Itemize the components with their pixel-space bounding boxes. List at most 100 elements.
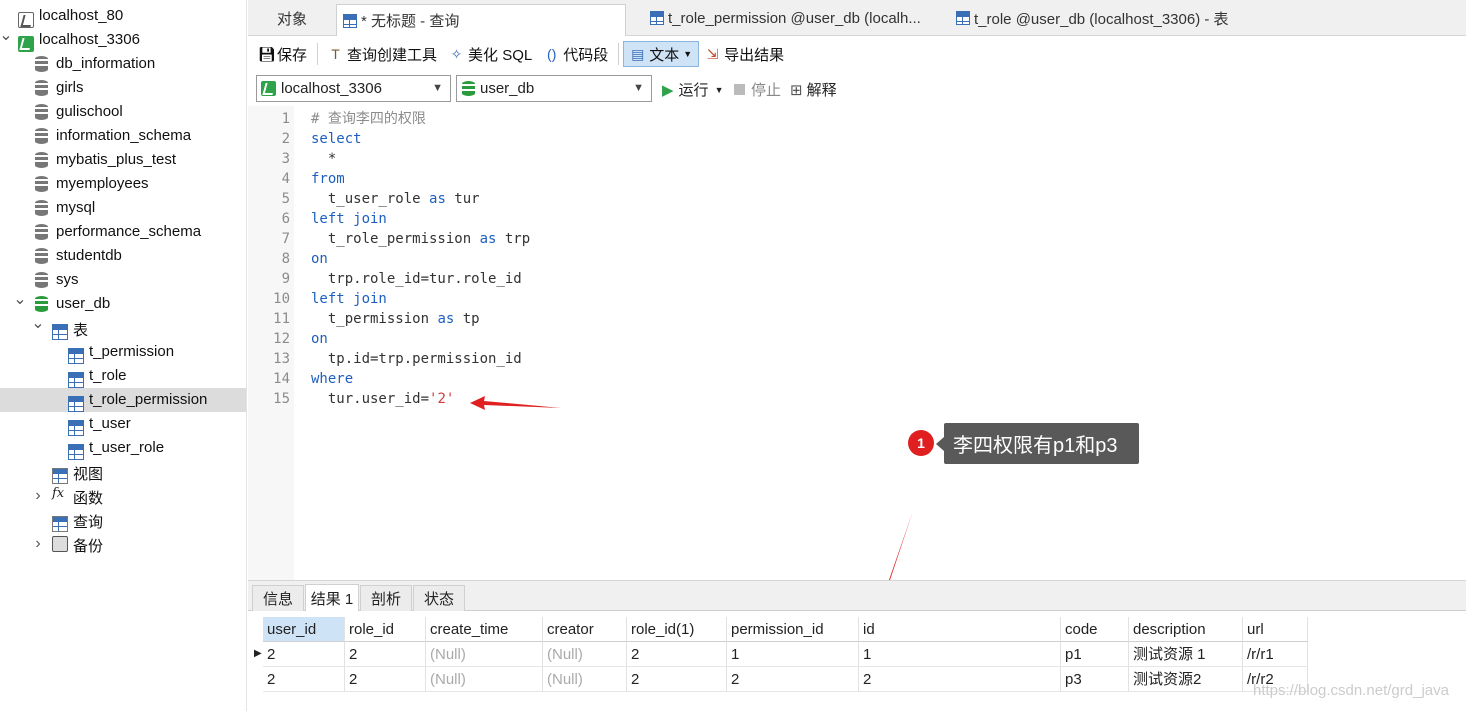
export-results-button[interactable]: ⇲ 导出结果 (699, 41, 790, 67)
sidebar-item-conn[interactable]: ⌄ localhost_3306 (0, 27, 246, 52)
connection-value: localhost_3306 (281, 80, 382, 97)
sidebar-item-db[interactable]: mysql (0, 196, 246, 220)
database-select[interactable]: user_db ▼ (456, 75, 652, 102)
sidebar-item-db[interactable]: information_schema (0, 124, 246, 148)
table-cell[interactable]: /r/r1 (1243, 642, 1308, 667)
explain-button[interactable]: ⊞ 解释 (790, 79, 837, 100)
table-cell[interactable]: 1 (727, 642, 859, 667)
chevron-down-icon[interactable]: ⌄ (31, 315, 44, 332)
sql-keyword: as (437, 311, 455, 327)
sidebar-item-db[interactable]: gulischool (0, 100, 246, 124)
run-button[interactable]: ▶ 运行 ▼ (662, 79, 723, 100)
tab-t-role-permission[interactable]: t_role_permission @user_db (localh... (644, 4, 946, 32)
sidebar-item-folder[interactable]: ⌄ 表 (0, 315, 246, 340)
text-mode-button[interactable]: ▤ 文本 ▼ (623, 41, 700, 67)
column-header[interactable]: creator (543, 617, 627, 642)
sidebar-item-functions[interactable]: › fx 函数 (0, 484, 246, 508)
table-cell[interactable]: 测试资源2 (1129, 667, 1243, 692)
query-icon (52, 516, 68, 532)
table-icon (68, 396, 84, 412)
chevron-right-icon[interactable]: › (32, 487, 44, 504)
sidebar-item-db[interactable]: myemployees (0, 172, 246, 196)
table-cell[interactable]: (Null) (543, 642, 627, 667)
sidebar-item-table[interactable]: t_role_permission (0, 388, 246, 412)
sidebar-item-db[interactable]: performance_schema (0, 220, 246, 244)
column-header[interactable]: user_id (263, 617, 345, 642)
sidebar-item-table[interactable]: t_permission (0, 340, 246, 364)
connection-selector-row: localhost_3306 ▼ user_db ▼ ▶ 运行 ▼ 停止 ⊞ 解释 (248, 72, 1466, 106)
line-number: 7 (281, 231, 290, 247)
sql-editor[interactable]: 1 2 3 4 5 6 7 8 9 10 11 12 13 14 15 # 查询李四的权限 select * f… (248, 106, 1466, 580)
table-cell[interactable]: 2 (627, 667, 727, 692)
tab-label: t_role_permission @user_db (localh... (668, 9, 921, 27)
table-cell[interactable]: (Null) (426, 667, 543, 692)
magic-wand-icon: ✧ (450, 45, 463, 62)
column-header[interactable]: permission_id (727, 617, 859, 642)
sidebar-item-backups[interactable]: › 备份 (0, 532, 246, 556)
sql-keyword: left join (311, 211, 387, 227)
column-header[interactable]: role_id (345, 617, 426, 642)
table-cell[interactable]: 2 (263, 667, 345, 692)
sql-keyword: as (479, 231, 497, 247)
column-header[interactable]: url (1243, 617, 1308, 642)
query-builder-button[interactable]: T 查询创建工具 (322, 41, 443, 67)
beautify-sql-button[interactable]: ✧ 美化 SQL (443, 41, 538, 67)
table-cell[interactable]: 2 (627, 642, 727, 667)
tab-objects[interactable]: 对象 (252, 4, 332, 32)
table-cell[interactable]: 1 (859, 642, 1061, 667)
sidebar-item-conn[interactable]: localhost_80 (0, 4, 246, 28)
tab-untitled-query[interactable]: * 无标题 - 查询 (336, 4, 626, 36)
stop-button[interactable]: 停止 (734, 79, 781, 100)
chevron-down-icon[interactable]: ⌄ (0, 27, 13, 44)
sidebar-item-db[interactable]: db_information (0, 52, 246, 76)
sidebar-item-label: t_permission (89, 343, 175, 360)
result-tabs: 信息 结果 1 剖析 状态 (248, 580, 1466, 611)
column-header[interactable]: create_time (426, 617, 543, 642)
table-cell[interactable]: 2 (345, 642, 426, 667)
arrow-to-id-column (889, 511, 913, 580)
save-label: 保存 (277, 46, 308, 64)
table-cell[interactable]: 2 (727, 667, 859, 692)
database-icon (462, 81, 475, 96)
tab-result-1[interactable]: 结果 1 (305, 584, 359, 611)
stop-icon (734, 84, 745, 95)
column-header[interactable]: code (1061, 617, 1129, 642)
sidebar-item-db[interactable]: girls (0, 76, 246, 100)
database-icon (35, 248, 48, 264)
code-line: select (311, 129, 362, 149)
sidebar-item-table[interactable]: t_user (0, 412, 246, 436)
run-label: 运行 (678, 82, 709, 99)
chevron-right-icon[interactable]: › (32, 535, 44, 552)
export-label: 导出结果 (724, 46, 785, 64)
table-cell[interactable]: 2 (859, 667, 1061, 692)
sidebar-item-queries[interactable]: 查询 (0, 508, 246, 532)
chevron-down-icon[interactable]: ⌄ (13, 291, 26, 308)
tab-profile[interactable]: 剖析 (360, 585, 412, 611)
column-header[interactable]: role_id(1) (627, 617, 727, 642)
table-cell[interactable]: 测试资源 1 (1129, 642, 1243, 667)
tab-t-role[interactable]: t_role @user_db (localhost_3306) - 表 (950, 4, 1256, 32)
sidebar-item-table[interactable]: t_role (0, 364, 246, 388)
table-cell[interactable]: 2 (263, 642, 345, 667)
line-number: 11 (273, 311, 290, 327)
tab-info[interactable]: 信息 (252, 585, 304, 611)
column-header[interactable]: id (859, 617, 1061, 642)
table-cell[interactable]: p1 (1061, 642, 1129, 667)
column-header[interactable]: description (1129, 617, 1243, 642)
navicat-window: { "sidebar": { "items": [ {"label":"loca… (0, 0, 1466, 711)
sidebar-item-db[interactable]: studentdb (0, 244, 246, 268)
sidebar-item-views[interactable]: 视图 (0, 460, 246, 484)
table-cell[interactable]: 2 (345, 667, 426, 692)
connection-select[interactable]: localhost_3306 ▼ (256, 75, 451, 102)
sidebar-item-table[interactable]: t_user_role (0, 436, 246, 460)
code-line: t_permission as tp (311, 309, 480, 329)
code-snippet-button[interactable]: () 代码段 (538, 41, 614, 67)
table-cell[interactable]: p3 (1061, 667, 1129, 692)
table-icon (956, 11, 970, 25)
sidebar-item-db[interactable]: sys (0, 268, 246, 292)
table-cell[interactable]: (Null) (426, 642, 543, 667)
sidebar-item-db[interactable]: mybatis_plus_test (0, 148, 246, 172)
tab-status[interactable]: 状态 (413, 585, 465, 611)
table-cell[interactable]: (Null) (543, 667, 627, 692)
save-button[interactable]: 💾︎ 保存 (252, 41, 313, 67)
